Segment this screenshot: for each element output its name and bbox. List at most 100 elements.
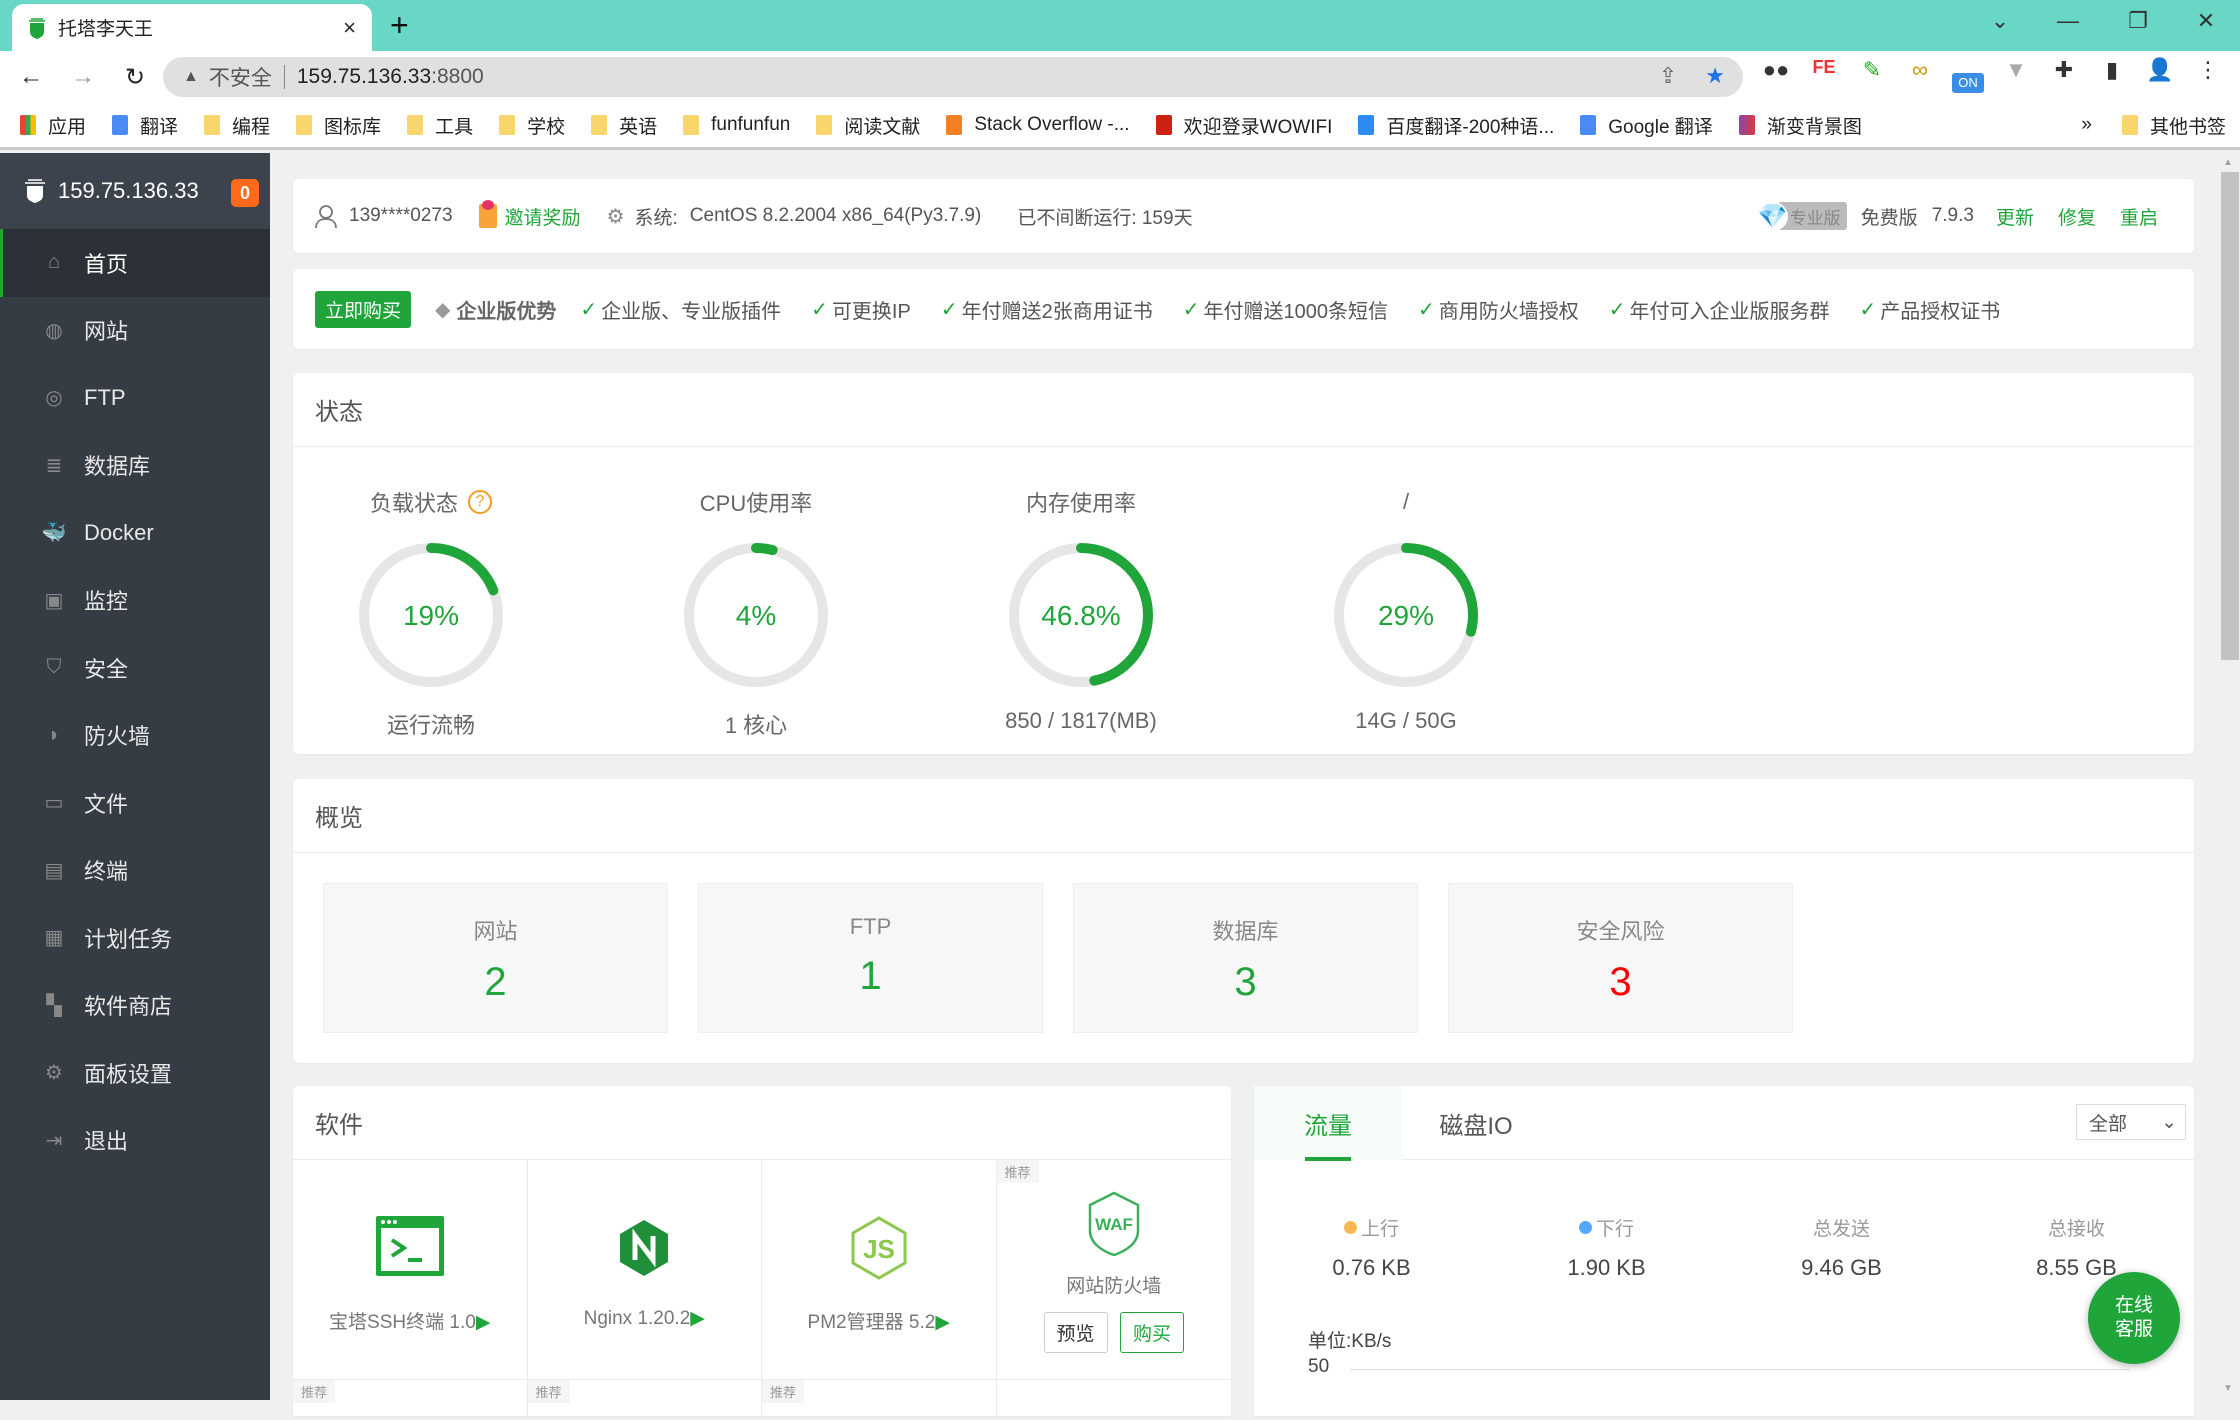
sidebar-item-0[interactable]: ⌂ 首页 [0, 229, 270, 297]
scroll-up-icon[interactable]: ▲ [2223, 157, 2233, 168]
reload-icon[interactable]: ↻ [120, 63, 150, 92]
sidebar-item-13[interactable]: ⇥ 退出 [0, 1107, 270, 1175]
overview-card[interactable]: 数据库 3 [1073, 883, 1418, 1033]
window-close-icon[interactable]: ✕ [2186, 8, 2226, 34]
overview-card[interactable]: FTP 1 [698, 883, 1043, 1033]
software-item-nginx[interactable]: Nginx 1.20.2▶ [527, 1160, 762, 1380]
fe-extension-icon[interactable]: FE [1808, 57, 1840, 78]
sidebar-item-5[interactable]: ▣ 监控 [0, 567, 270, 635]
software-name: Nginx 1.20.2▶ [528, 1307, 762, 1330]
bookmark-item[interactable]: 应用 [20, 112, 86, 139]
restart-link[interactable]: 重启 [2120, 203, 2158, 230]
sidebar-item-6[interactable]: ⛉ 安全 [0, 634, 270, 702]
profile-avatar-icon[interactable]: 👤 [2144, 57, 2176, 83]
tab-disk-io[interactable]: 磁盘IO [1402, 1086, 1550, 1160]
bookmark-item[interactable]: 编程 [204, 112, 270, 139]
feature-label: 年付赠送1000条短信 [1203, 300, 1389, 323]
update-link[interactable]: 更新 [1996, 203, 2034, 230]
sidebar-item-label: 计划任务 [84, 926, 173, 952]
bookmark-item[interactable]: 欢迎登录WOWIFI [1155, 112, 1332, 139]
bookmark-item[interactable]: 工具 [407, 112, 473, 139]
online-support-button[interactable]: 在线 客服 [2088, 1272, 2180, 1364]
sidebar-item-11[interactable]: ▚ 软件商店 [0, 972, 270, 1040]
software-item-ssh[interactable]: 宝塔SSH终端 1.0▶ [293, 1160, 528, 1380]
software-name-text: 宝塔SSH终端 1.0 [329, 1312, 476, 1333]
status-gauge[interactable]: / 29% 14G / 50G [1306, 486, 1506, 734]
uptime: 已不间断运行: 159天 [1017, 207, 1193, 229]
sidebar-item-4[interactable]: 🐳 Docker [0, 499, 270, 567]
check-icon: ✓ [1608, 298, 1626, 321]
browser-tab[interactable]: 托塔李天王 × [12, 4, 372, 51]
vue-extension-icon[interactable]: ▼ [2000, 57, 2032, 83]
system-label: 系统: [634, 207, 678, 229]
status-gauge[interactable]: 内存使用率 46.8% 850 / 1817(MB) [981, 486, 1181, 734]
bookmark-star-icon[interactable]: ★ [1705, 63, 1725, 89]
software-item[interactable]: 推荐 [527, 1380, 762, 1420]
bookmark-item[interactable]: 学校 [499, 112, 565, 139]
sidebar-item-10[interactable]: ▦ 计划任务 [0, 904, 270, 972]
network-interface-select[interactable]: 全部 ⌄ [2076, 1104, 2186, 1140]
bookmark-item[interactable]: 百度翻译-200种语... [1358, 112, 1554, 139]
overview-card[interactable]: 安全风险 3 [1448, 883, 1793, 1033]
extensions-puzzle-icon[interactable]: ✚ [2048, 57, 2080, 83]
sidebar-item-3[interactable]: ≣ 数据库 [0, 432, 270, 500]
sidebar-item-7[interactable]: ◗ 防火墙 [0, 702, 270, 770]
sidebar-item-9[interactable]: ▤ 终端 [0, 837, 270, 905]
invite-reward-link[interactable]: 邀请奖励 [505, 203, 581, 230]
back-icon[interactable]: ← [16, 63, 46, 91]
tampermonkey-extension-icon[interactable]: ●● [1760, 57, 1792, 83]
sidebar-item-8[interactable]: ▭ 文件 [0, 769, 270, 837]
bookmark-item[interactable]: Stack Overflow -... [946, 112, 1130, 139]
side-panel-icon[interactable]: ▮ [2096, 57, 2128, 83]
address-bar[interactable]: ▲ 不安全 159.75.136.33:8800 ⇪ ★ [163, 57, 1743, 97]
minimize-icon[interactable]: — [2048, 8, 2088, 34]
preview-button[interactable]: 预览 [1043, 1312, 1108, 1353]
repair-link[interactable]: 修复 [2058, 203, 2096, 230]
software-item-waf[interactable]: 推荐 WAF 网站防火墙 预览 购买 [996, 1160, 1231, 1380]
gauge-title: CPU使用率 [656, 486, 856, 518]
bookmark-item[interactable]: 英语 [591, 112, 657, 139]
bookmark-item[interactable]: 渐变背景图 [1738, 112, 1862, 139]
status-gauge[interactable]: CPU使用率 4% 1 核心 [656, 486, 856, 740]
user-account[interactable]: 139****0273 [349, 205, 453, 227]
bookmark-item[interactable]: 图标库 [296, 112, 381, 139]
restore-icon[interactable]: ❐ [2118, 8, 2158, 34]
software-item-pm2[interactable]: JS PM2管理器 5.2▶ [762, 1160, 997, 1380]
page-scrollbar[interactable]: ▲ ▼ [2219, 155, 2240, 1400]
on-extension-icon[interactable]: ON [1952, 73, 1984, 93]
help-icon[interactable]: ? [468, 490, 492, 514]
scroll-down-icon[interactable]: ▼ [2223, 1383, 2233, 1394]
infinity-extension-icon[interactable]: ∞ [1904, 57, 1936, 83]
tab-traffic[interactable]: 流量 [1254, 1086, 1402, 1161]
feature-label: 年付可入企业版服务群 [1629, 300, 1830, 323]
bookmark-item[interactable]: funfunfun [683, 112, 790, 139]
software-item[interactable] [997, 1380, 1232, 1420]
sidebar-item-2[interactable]: ◎ FTP [0, 364, 270, 432]
bookmark-item[interactable]: 阅读文献 [816, 112, 920, 139]
browser-menu-icon[interactable]: ⋮ [2192, 57, 2224, 83]
status-gauge[interactable]: 负载状态? 19% 运行流畅 [331, 486, 531, 740]
scrollbar-thumb[interactable] [2221, 172, 2239, 660]
pro-edition-badge[interactable]: 💎 专业版 [1757, 201, 1847, 231]
bookmark-item[interactable]: Google 翻译 [1580, 112, 1713, 139]
sidebar-item-1[interactable]: ◍ 网站 [0, 297, 270, 365]
notification-badge[interactable]: 0 [231, 179, 259, 207]
forward-icon[interactable]: → [68, 63, 98, 91]
more-bookmarks-icon[interactable]: » [2081, 114, 2092, 136]
bookmark-item[interactable]: 翻译 [112, 112, 178, 139]
buy-button[interactable]: 购买 [1119, 1312, 1184, 1353]
new-tab-button[interactable]: + [390, 8, 409, 42]
overview-card[interactable]: 网站 2 [323, 883, 668, 1033]
bookmark-label: 其他书签 [2149, 116, 2226, 138]
tab-search-icon[interactable]: ⌄ [1980, 8, 2020, 34]
other-bookmarks[interactable]: 其他书签 [2121, 112, 2226, 139]
share-icon[interactable]: ⇪ [1659, 63, 1677, 89]
software-item[interactable]: 推荐 [293, 1380, 528, 1420]
close-tab-icon[interactable]: × [343, 15, 356, 41]
software-name-text: PM2管理器 5.2 [807, 1312, 936, 1333]
sidebar-item-12[interactable]: ⚙ 面板设置 [0, 1039, 270, 1107]
colorpicker-extension-icon[interactable]: ✎ [1856, 57, 1888, 83]
software-item[interactable]: 推荐 [762, 1380, 997, 1420]
buy-now-button[interactable]: 立即购买 [315, 290, 412, 328]
stat-value: 1.90 KB [1567, 1255, 1646, 1280]
